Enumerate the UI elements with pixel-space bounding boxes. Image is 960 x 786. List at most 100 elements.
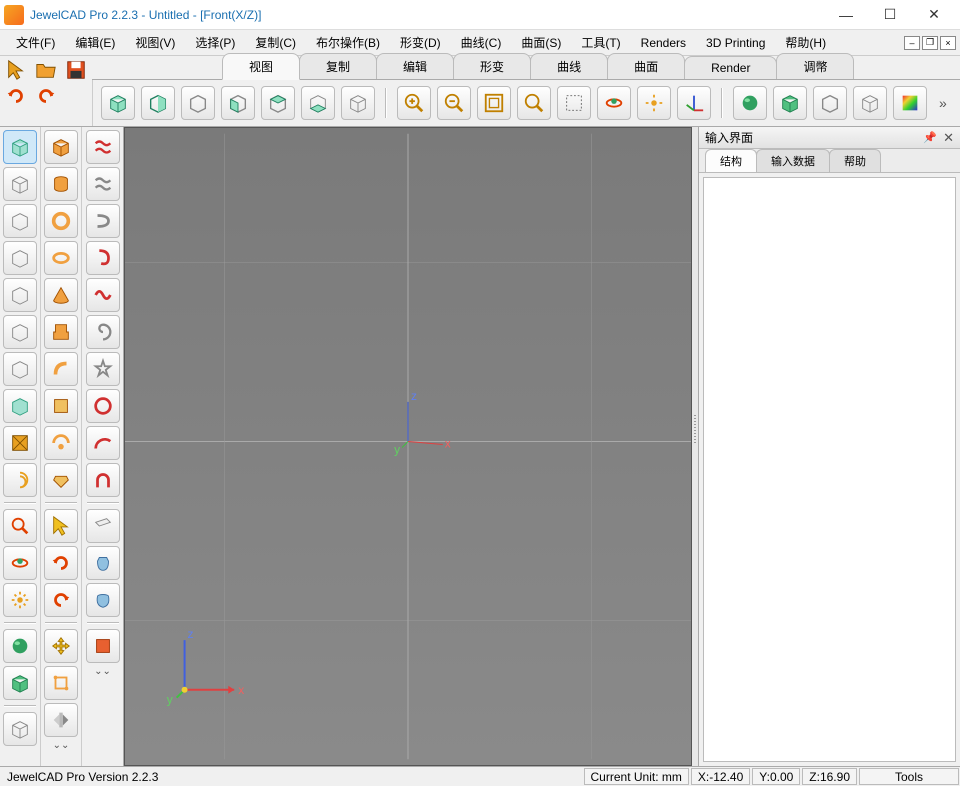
view-back-icon[interactable] [141,86,175,120]
arc-icon[interactable] [86,426,120,460]
panel-tab-help[interactable]: 帮助 [829,149,881,172]
tab-view[interactable]: 视图 [222,53,300,80]
cube-orange-icon[interactable] [44,130,78,164]
menu-edit[interactable]: 编辑(E) [67,31,123,54]
menu-curve[interactable]: 曲线(C) [453,31,510,54]
curve-s-icon[interactable] [86,204,120,238]
move4-icon[interactable] [44,629,78,663]
cylinder-icon[interactable] [44,167,78,201]
scale-icon[interactable] [44,666,78,700]
cube-e-icon[interactable] [3,352,37,386]
view-top-icon[interactable] [261,86,295,120]
loft-icon[interactable] [44,389,78,423]
close-button[interactable]: ✕ [912,1,956,29]
gem-icon[interactable] [3,426,37,460]
horseshoe-icon[interactable] [86,463,120,497]
mdi-restore-button[interactable]: ❐ [922,36,938,50]
toolbar-3-overflow-icon[interactable]: ⌄⌄ [94,666,111,677]
cube-b-icon[interactable] [3,241,37,275]
spiral-icon[interactable] [3,463,37,497]
revolve-icon[interactable] [44,426,78,460]
menu-copy[interactable]: 复制(C) [247,31,304,54]
shade-hidden-icon[interactable] [813,86,847,120]
menu-boolean[interactable]: 布尔操作(B) [308,31,388,54]
pot-icon[interactable] [86,583,120,617]
panel-tab-structure[interactable]: 结构 [705,149,757,172]
rotate-cw-icon[interactable] [44,546,78,580]
torus-icon[interactable] [44,241,78,275]
shade-color-icon[interactable] [893,86,927,120]
pointer-tool[interactable] [4,58,28,82]
wave-b-icon[interactable] [86,167,120,201]
view-right-icon[interactable] [221,86,255,120]
mdi-minimize-button[interactable]: – [904,36,920,50]
tab-deform[interactable]: 形变 [453,53,531,79]
tab-curve[interactable]: 曲线 [530,53,608,79]
panel-splitter[interactable] [692,127,698,766]
vessel-icon[interactable] [86,546,120,580]
redo-icon[interactable] [4,84,28,108]
toolbar-overflow-icon[interactable]: » [933,95,953,111]
toolbar-2-overflow-icon[interactable]: ⌄⌄ [53,740,70,751]
view-bottom-icon[interactable] [301,86,335,120]
mdi-close-button[interactable]: × [940,36,956,50]
panel-tab-input[interactable]: 输入数据 [756,149,830,172]
cube-sel-icon[interactable] [3,130,37,164]
menu-deform[interactable]: 形变(D) [392,31,449,54]
ring-icon[interactable] [44,204,78,238]
panel-close-icon[interactable]: ✕ [943,130,954,146]
curve-hook-icon[interactable] [86,241,120,275]
menu-tools[interactable]: 工具(T) [573,31,628,54]
shade-solid-icon[interactable] [733,86,767,120]
maximize-button[interactable]: ☐ [868,1,912,29]
cube-wire-icon[interactable] [3,167,37,201]
shade-wire-icon[interactable] [773,86,807,120]
stone-icon[interactable] [44,463,78,497]
curve-spiral-icon[interactable] [86,315,120,349]
menu-renders[interactable]: Renders [633,33,694,53]
wave-a-icon[interactable] [86,130,120,164]
sheet-icon[interactable] [86,509,120,543]
sphere-icon[interactable] [3,629,37,663]
menu-help[interactable]: 帮助(H) [777,31,834,54]
orbit-icon[interactable] [637,86,671,120]
tab-copy[interactable]: 复制 [299,53,377,79]
sweep-icon[interactable] [44,352,78,386]
zoom-out-icon[interactable] [437,86,471,120]
move-tool-icon[interactable] [3,583,37,617]
zoom-tool-icon[interactable] [3,509,37,543]
select-arrow-icon[interactable] [44,509,78,543]
tab-edit[interactable]: 编辑 [376,53,454,79]
zoom-in-icon[interactable] [397,86,431,120]
curve-wave-icon[interactable] [86,278,120,312]
menu-file[interactable]: 文件(F) [8,31,63,54]
box-icon[interactable] [3,666,37,700]
save-icon[interactable] [64,58,88,82]
tab-adjust[interactable]: 调幣 [776,53,854,79]
pan-icon[interactable] [557,86,591,120]
mirror-icon[interactable] [44,703,78,737]
zoom-window-icon[interactable] [517,86,551,120]
view-iso-icon[interactable] [341,86,375,120]
panel-pin-icon[interactable]: 📌 [923,131,937,144]
menu-surface[interactable]: 曲面(S) [513,31,569,54]
viewport-3d[interactable]: z x y z x y [124,127,692,766]
status-tools-button[interactable]: Tools [859,768,959,785]
undo-icon[interactable] [34,84,58,108]
cone-icon[interactable] [44,278,78,312]
circle-icon[interactable] [86,389,120,423]
menu-3dprinting[interactable]: 3D Printing [698,33,773,53]
zoom-fit-icon[interactable] [477,86,511,120]
cube-f-icon[interactable] [3,389,37,423]
shade-ghost-icon[interactable] [853,86,887,120]
view-left-icon[interactable] [181,86,215,120]
rotate-ccw-icon[interactable] [44,583,78,617]
view-front-icon[interactable] [101,86,135,120]
wireframe-icon[interactable] [3,712,37,746]
tab-surface[interactable]: 曲面 [607,53,685,79]
cube-a-icon[interactable] [3,204,37,238]
minimize-button[interactable]: — [824,1,868,29]
menu-view[interactable]: 视图(V) [127,31,183,54]
rotate-view-icon[interactable] [597,86,631,120]
extrude-icon[interactable] [44,315,78,349]
